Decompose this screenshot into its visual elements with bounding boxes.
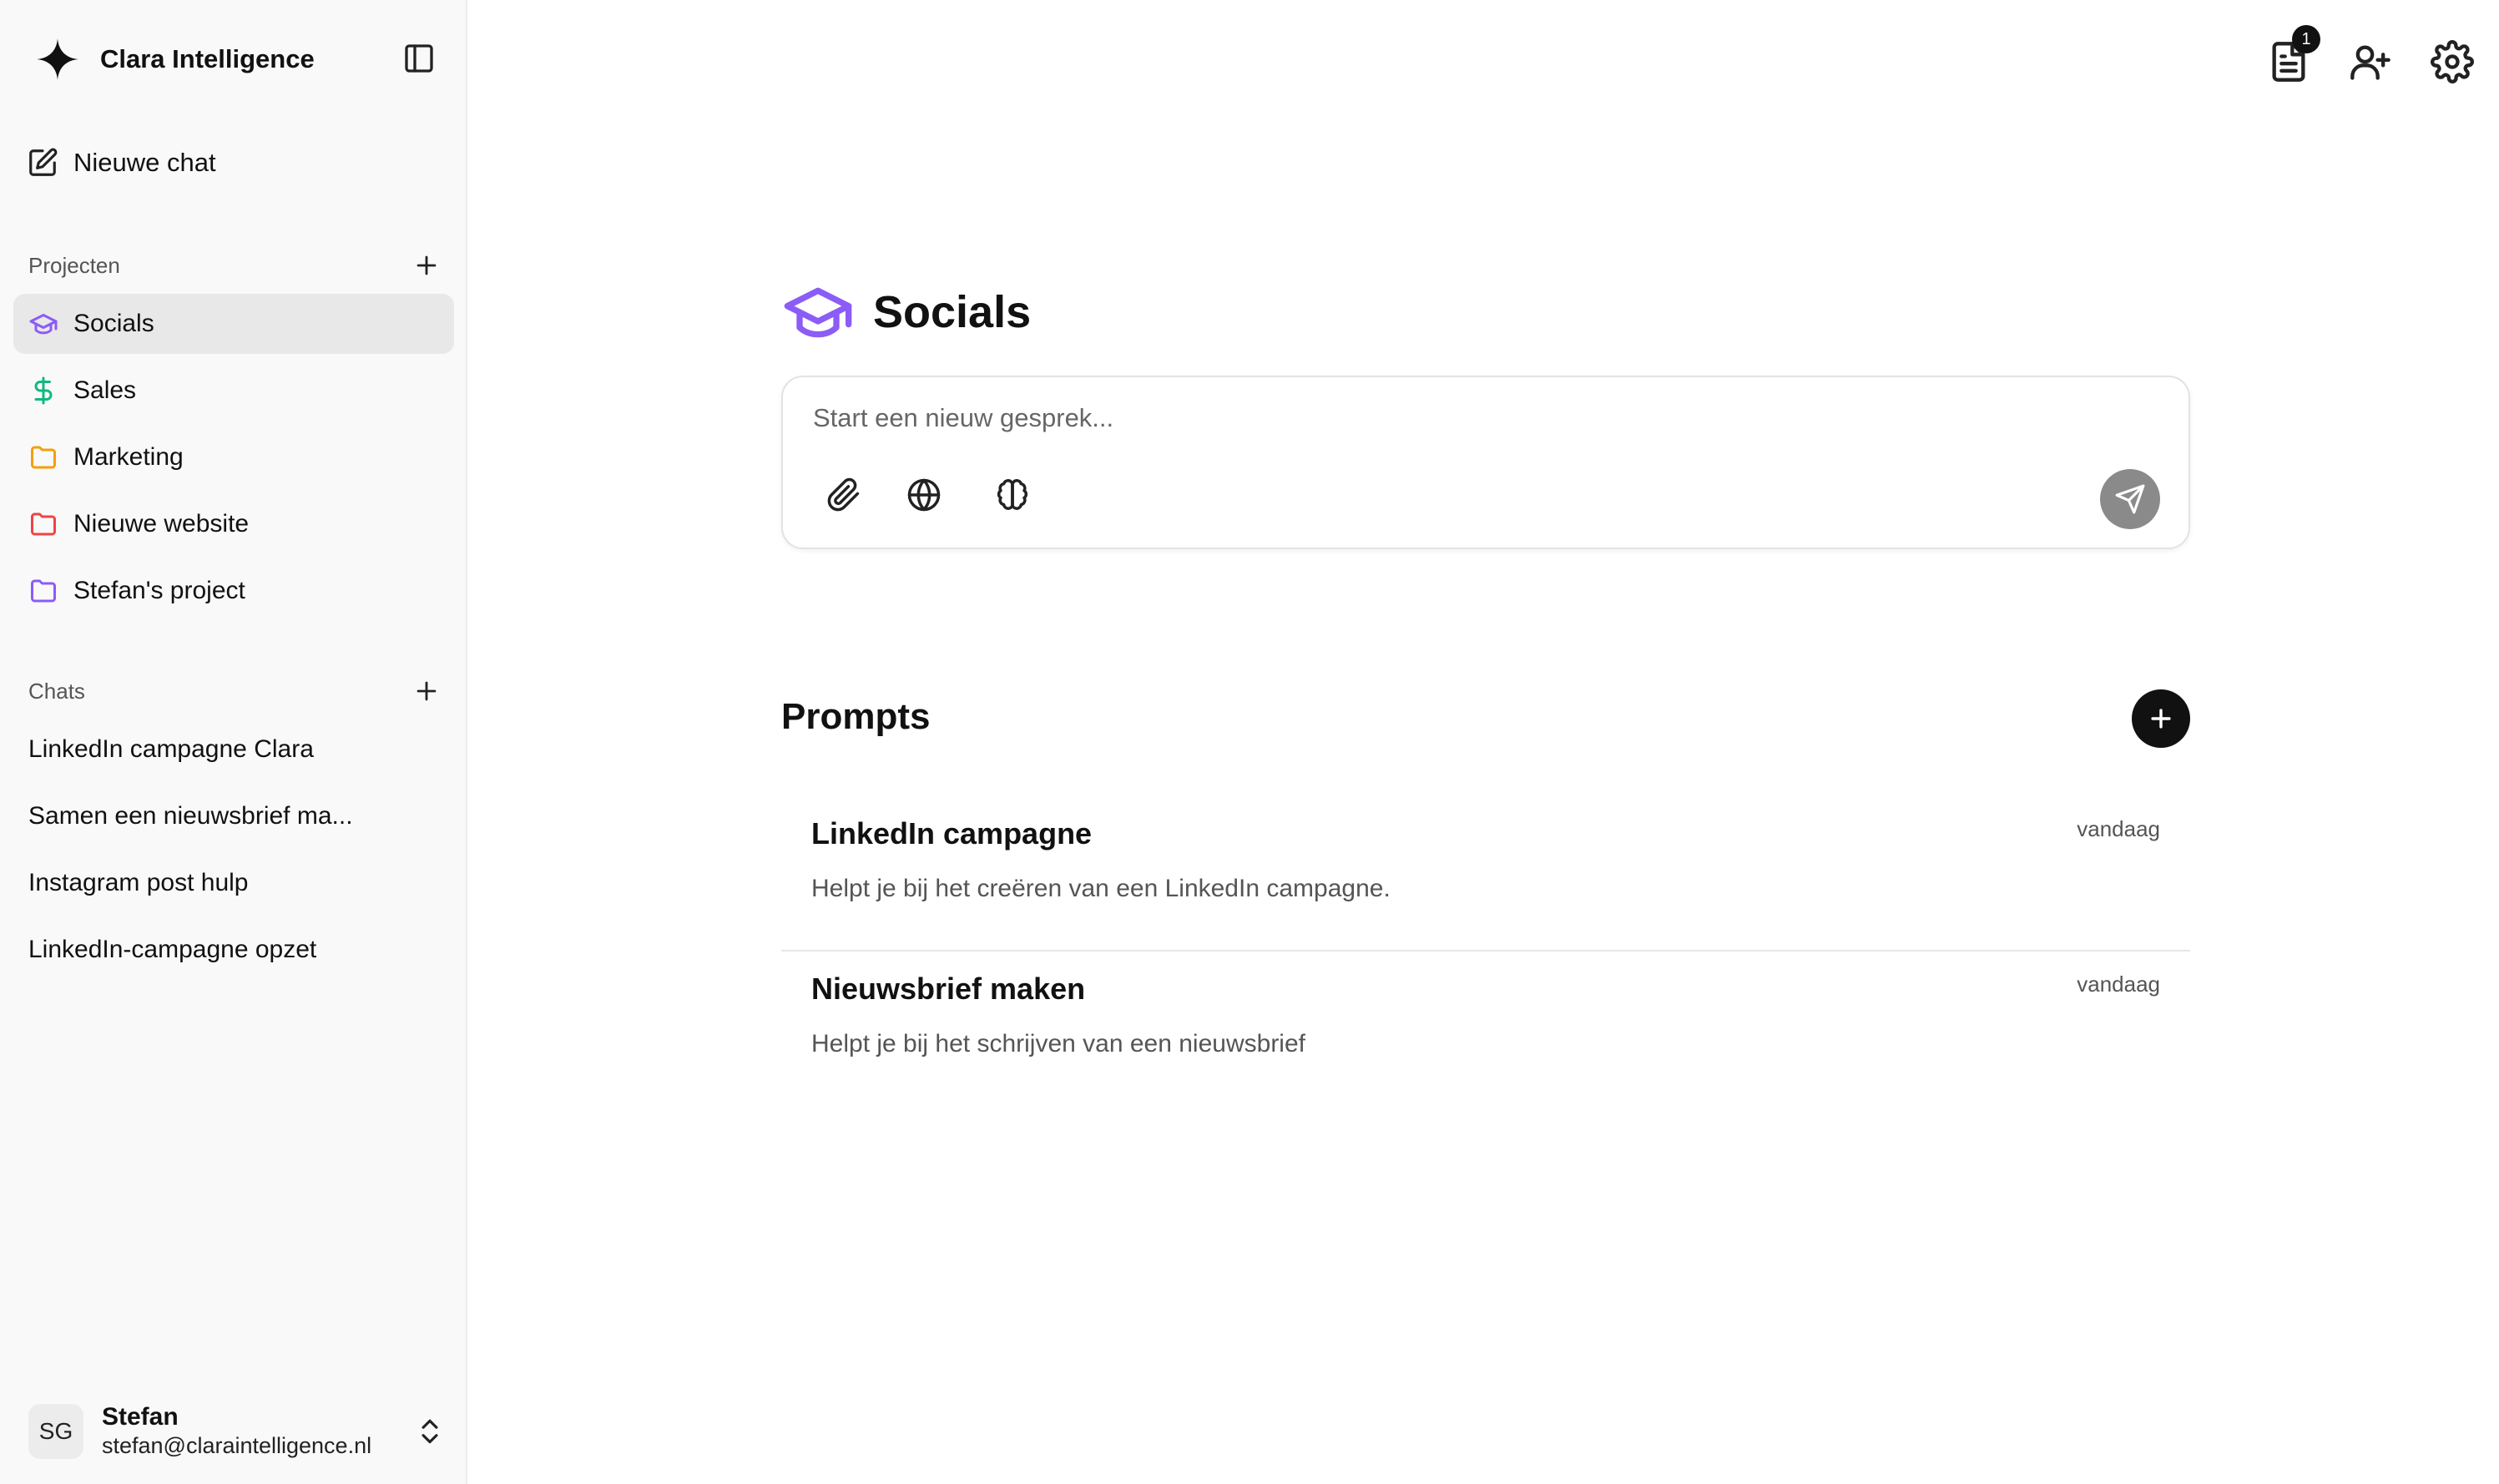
new-chat-label: Nieuwe chat: [73, 148, 216, 177]
chat-item[interactable]: Instagram post hulp: [13, 853, 454, 913]
graduation-cap-icon: [29, 314, 58, 335]
sidebar-item-label: Socials: [73, 310, 154, 337]
prompt-date: vandaag: [2077, 972, 2160, 997]
user-info: Stefan stefan@claraintelligence.nl: [102, 1403, 371, 1460]
prompt-title: LinkedIn campagne: [811, 816, 1093, 851]
project-header: Socials: [781, 275, 1031, 349]
sidebar-item-label: Stefan's project: [73, 577, 245, 604]
sidebar-item-socials[interactable]: Socials: [13, 294, 454, 354]
documents-button[interactable]: 1: [2267, 25, 2320, 83]
project-list: Socials Sales Marketing Nieuwe website S…: [13, 294, 454, 628]
settings-icon: [2431, 40, 2474, 83]
chat-item[interactable]: LinkedIn-campagne opzet: [13, 920, 454, 980]
prompt-card[interactable]: LinkedIn campagne vandaag Helpt je bij h…: [781, 795, 2190, 951]
sidebar-item-marketing[interactable]: Marketing: [13, 427, 454, 487]
user-menu[interactable]: SG Stefan stefan@claraintelligence.nl: [28, 1401, 446, 1462]
folder-icon: [31, 446, 56, 469]
user-email: stefan@claraintelligence.nl: [102, 1433, 372, 1458]
sidebar-item-label: Nieuwe website: [73, 510, 250, 538]
projects-header-label: Projecten: [28, 252, 120, 278]
prompt-description: Helpt je bij het schrijven van een nieuw…: [811, 1030, 1305, 1057]
send-icon: [2115, 484, 2145, 514]
notification-badge: 1: [2292, 25, 2320, 53]
sidebar-item-stefans-project[interactable]: Stefan's project: [13, 561, 454, 621]
sidebar: Clara Intelligence Nieuwe chat Projecten…: [0, 0, 467, 1484]
new-chat-button[interactable]: Nieuwe chat: [27, 142, 216, 184]
prompt-description: Helpt je bij het creëren van een LinkedI…: [811, 875, 1391, 902]
globe-icon[interactable]: [906, 477, 942, 512]
add-prompt-button[interactable]: [2132, 689, 2190, 748]
add-project-icon[interactable]: [412, 251, 441, 280]
chat-list: LinkedIn campagne Clara Samen een nieuws…: [13, 719, 454, 987]
edit-icon: [29, 148, 58, 176]
dollar-icon: [34, 376, 53, 405]
sparkle-logo-icon: [37, 38, 78, 80]
prompt-date: vandaag: [2077, 816, 2160, 841]
prompts-title: Prompts: [781, 696, 931, 737]
avatar: SG: [28, 1404, 83, 1459]
page-title: Socials: [873, 287, 1032, 337]
chats-header: Chats: [28, 673, 441, 709]
chat-item[interactable]: LinkedIn campagne Clara: [13, 719, 454, 780]
add-chat-icon[interactable]: [412, 677, 441, 705]
sidebar-toggle-icon[interactable]: [402, 42, 436, 75]
invite-user-button[interactable]: [2349, 40, 2392, 83]
sidebar-item-label: Marketing: [73, 443, 184, 471]
plus-icon: [2151, 709, 2171, 729]
chat-input[interactable]: [811, 402, 1983, 434]
chats-header-label: Chats: [28, 678, 85, 704]
prompt-title: Nieuwsbrief maken: [811, 972, 1086, 1006]
send-button[interactable]: [2100, 469, 2160, 529]
sidebar-item-sales[interactable]: Sales: [13, 361, 454, 421]
folder-icon: [31, 579, 56, 603]
brand: Clara Intelligence: [35, 32, 315, 87]
chat-item[interactable]: Samen een nieuwsbrief ma...: [13, 786, 454, 846]
folder-icon: [31, 512, 56, 536]
app-name: Clara Intelligence: [100, 44, 315, 73]
projects-header: Projecten: [28, 247, 441, 284]
add-user-icon: [2350, 45, 2390, 80]
sidebar-item-nieuwe-website[interactable]: Nieuwe website: [13, 494, 454, 554]
graduation-cap-icon: [784, 287, 852, 338]
sidebar-item-label: Sales: [73, 376, 137, 404]
header-actions: 1: [2229, 25, 2474, 83]
prompt-card[interactable]: Nieuwsbrief maken vandaag Helpt je bij h…: [781, 950, 2190, 1105]
chat-composer: [781, 376, 2190, 549]
settings-button[interactable]: [2431, 40, 2474, 83]
brain-icon[interactable]: [995, 477, 1030, 512]
chevrons-up-down-icon: [422, 1419, 438, 1444]
paperclip-icon[interactable]: [826, 477, 861, 512]
user-name: Stefan: [102, 1403, 179, 1431]
